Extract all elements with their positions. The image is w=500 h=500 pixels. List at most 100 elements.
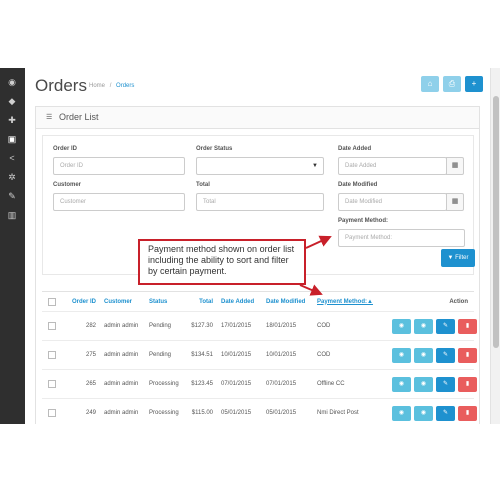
- eye-icon: ◉: [420, 410, 427, 416]
- row-checkbox[interactable]: [48, 312, 56, 340]
- gear-icon[interactable]: ✲: [6, 171, 18, 183]
- column-date-modified[interactable]: Date Modified: [266, 292, 305, 311]
- order-status-select[interactable]: ▼: [196, 157, 324, 175]
- calendar-icon: ▦: [451, 162, 459, 169]
- date-modified-cell: 18/01/2015: [266, 323, 297, 329]
- order-status-label: Order Status: [196, 146, 233, 152]
- payment-method-cell: COD: [317, 323, 331, 329]
- pencil-icon: ✎: [442, 381, 449, 387]
- cart-icon[interactable]: ▣: [6, 133, 18, 145]
- payment-method-input[interactable]: Payment Method:: [338, 229, 465, 247]
- scrollbar-thumb[interactable]: [493, 96, 499, 348]
- row-checkbox[interactable]: [48, 399, 56, 424]
- sidebar: ◉ ◆ ✚ ▣ < ✲ ✎ ▥: [0, 68, 25, 424]
- order-id-input[interactable]: Order ID: [53, 157, 185, 175]
- edit-button[interactable]: ✎: [436, 377, 455, 392]
- column-total[interactable]: Total: [187, 292, 213, 311]
- eye-icon: ◉: [420, 323, 427, 329]
- row-checkbox[interactable]: [48, 341, 56, 369]
- view-button[interactable]: ◉: [414, 348, 433, 363]
- date-modified-label: Date Modified: [338, 182, 378, 188]
- wrench-icon[interactable]: ✎: [6, 190, 18, 202]
- bar-chart-icon[interactable]: ▥: [6, 209, 18, 221]
- total-input[interactable]: Total: [196, 193, 324, 211]
- breadcrumb-separator: /: [109, 83, 112, 89]
- dashboard-icon[interactable]: ◉: [6, 76, 18, 88]
- view-button[interactable]: ◉: [414, 377, 433, 392]
- customer-input[interactable]: Customer: [53, 193, 185, 211]
- eye-icon: ◉: [420, 381, 427, 387]
- total-label: Total: [196, 182, 210, 188]
- breadcrumb-home[interactable]: Home: [89, 83, 105, 89]
- add-order-button[interactable]: +: [465, 76, 483, 92]
- vertical-scrollbar[interactable]: [490, 68, 500, 424]
- date-modified-input[interactable]: Date Modified: [338, 193, 447, 211]
- column-date-added[interactable]: Date Added: [221, 292, 254, 311]
- print-button[interactable]: ⎙: [443, 76, 461, 92]
- pencil-icon: ✎: [442, 410, 449, 416]
- date-added-calendar-button[interactable]: ▦: [446, 157, 464, 175]
- edit-button[interactable]: ✎: [436, 348, 455, 363]
- delete-button[interactable]: ▮: [458, 377, 477, 392]
- date-modified-cell: 10/01/2015: [266, 352, 297, 358]
- total-cell: $127.30: [191, 323, 213, 329]
- add-icon: +: [471, 79, 477, 88]
- eye-icon: ◉: [398, 352, 405, 358]
- home-button[interactable]: ⌂: [421, 76, 439, 92]
- column-order-id[interactable]: Order ID: [64, 292, 96, 311]
- view-button[interactable]: ◉: [392, 377, 411, 392]
- trash-icon: ▮: [465, 352, 470, 358]
- date-added-input[interactable]: Date Added: [338, 157, 447, 175]
- order-id-label: Order ID: [53, 146, 78, 152]
- order-id-cell: 282: [85, 323, 96, 329]
- payment-method-cell: COD: [317, 352, 331, 358]
- view-button[interactable]: ◉: [392, 319, 411, 334]
- table-row: 265 admin admin Processing $123.45 07/01…: [42, 370, 477, 399]
- column-customer[interactable]: Customer: [104, 292, 132, 311]
- delete-button[interactable]: ▮: [458, 319, 477, 334]
- view-button[interactable]: ◉: [392, 348, 411, 363]
- status-cell: Processing: [149, 381, 179, 387]
- column-payment-method[interactable]: Payment Method: ▲: [317, 292, 373, 311]
- table-row: 249 admin admin Processing $115.00 05/01…: [42, 399, 477, 424]
- breadcrumb-orders[interactable]: Orders: [116, 83, 134, 89]
- trash-icon: ▮: [465, 323, 470, 329]
- tags-icon[interactable]: ◆: [6, 95, 18, 107]
- annotation-callout: Payment method shown on order list inclu…: [138, 239, 306, 285]
- trash-icon: ▮: [465, 381, 470, 387]
- eye-icon: ◉: [398, 381, 405, 387]
- share-icon[interactable]: <: [6, 152, 18, 164]
- edit-button[interactable]: ✎: [436, 319, 455, 334]
- column-status[interactable]: Status: [149, 292, 167, 311]
- home-icon: ⌂: [427, 79, 433, 88]
- trash-icon: ▮: [465, 410, 470, 416]
- date-added-cell: 07/01/2015: [221, 381, 252, 387]
- app-window: ◉ ◆ ✚ ▣ < ✲ ✎ ▥ Orders Home / Orders ⌂ ⎙…: [0, 0, 500, 500]
- date-modified-calendar-button[interactable]: ▦: [446, 193, 464, 211]
- order-id-cell: 265: [85, 381, 96, 387]
- order-id-cell: 275: [85, 352, 96, 358]
- customer-cell: admin admin: [104, 381, 139, 387]
- delete-button[interactable]: ▮: [458, 406, 477, 421]
- eye-icon: ◉: [398, 410, 405, 416]
- date-modified-cell: 05/01/2015: [266, 410, 297, 416]
- row-checkbox[interactable]: [48, 370, 56, 398]
- puzzle-icon[interactable]: ✚: [6, 114, 18, 126]
- column-action: Action: [449, 298, 468, 305]
- edit-button[interactable]: ✎: [436, 406, 455, 421]
- table-row: 282 admin admin Pending $127.30 17/01/20…: [42, 312, 477, 341]
- customer-label: Customer: [53, 182, 82, 188]
- total-cell: $115.00: [191, 410, 213, 416]
- view-button[interactable]: ◉: [392, 406, 411, 421]
- list-icon: ☰: [46, 114, 53, 121]
- view-button[interactable]: ◉: [414, 406, 433, 421]
- view-button[interactable]: ◉: [414, 319, 433, 334]
- caret-down-icon: ▼: [312, 163, 318, 169]
- delete-button[interactable]: ▮: [458, 348, 477, 363]
- pencil-icon: ✎: [442, 323, 449, 329]
- sort-asc-icon: ▲: [367, 298, 373, 305]
- select-all-checkbox[interactable]: [48, 292, 56, 311]
- filter-icon: ▼: [447, 255, 456, 261]
- table-header-row: Order ID Customer Status Total Date Adde…: [42, 292, 474, 312]
- filter-button[interactable]: ▼ Filter: [441, 249, 475, 267]
